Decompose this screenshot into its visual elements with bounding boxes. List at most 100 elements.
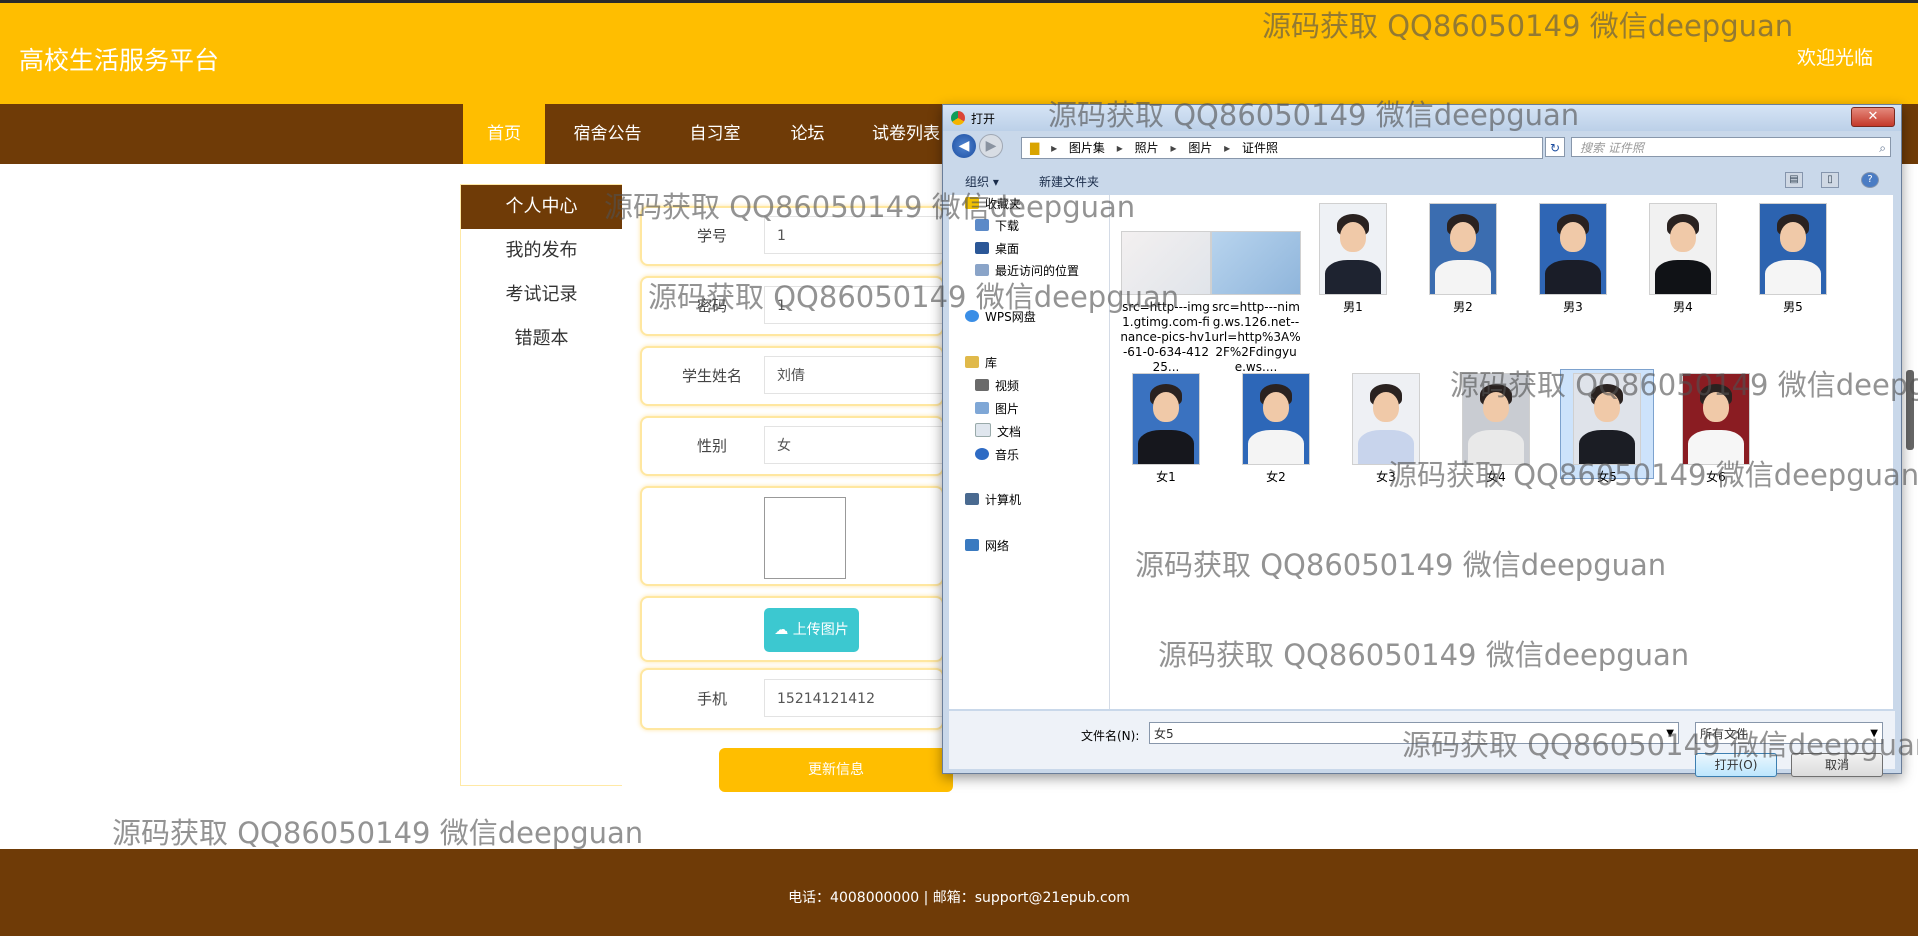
nav-music[interactable]: 音乐 xyxy=(975,446,1019,464)
upload-row: ☁ 上传图片 xyxy=(640,596,944,662)
view-options-icon[interactable]: ▤ xyxy=(1785,172,1803,188)
nav-item-forum[interactable]: 论坛 xyxy=(770,104,845,164)
cloud-upload-icon: ☁ xyxy=(774,622,789,638)
dialog-titlebar[interactable]: 打开 ✕ xyxy=(943,105,1901,131)
cancel-button[interactable]: 取消 xyxy=(1791,753,1883,777)
file-item[interactable]: 女6 xyxy=(1670,373,1762,485)
address-row: ◀ ▶ ▇ ▸ 图片集 ▸ 照片 ▸ 图片 ▸ 证件照 ↻ 搜索 证件照 ⌕ xyxy=(943,131,1901,163)
sidebar-item-profile[interactable]: 个人中心 xyxy=(461,185,622,229)
photo-body xyxy=(1248,430,1304,464)
file-item[interactable]: 男4 xyxy=(1637,203,1729,315)
nav-documents-label: 文档 xyxy=(997,425,1022,439)
nav-downloads[interactable]: 下载 xyxy=(975,217,1019,235)
nav-wps-drive[interactable]: WPS网盘 xyxy=(965,308,1036,326)
file-type-select[interactable]: 所有文件 ▼ xyxy=(1695,722,1883,744)
photo-thumbnail xyxy=(1132,373,1200,465)
file-item[interactable]: 女3 xyxy=(1340,373,1432,485)
file-item[interactable]: 男3 xyxy=(1527,203,1619,315)
file-item-selected[interactable]: 女5 xyxy=(1560,369,1654,484)
file-item[interactable]: 女4 xyxy=(1450,373,1542,485)
photo-body xyxy=(1765,260,1821,294)
file-item[interactable]: 男2 xyxy=(1417,203,1509,315)
nav-recent-label: 最近访问的位置 xyxy=(995,264,1080,278)
page-scrollbar-thumb[interactable] xyxy=(1906,370,1914,450)
file-item[interactable]: 男1 xyxy=(1307,203,1399,315)
id-card-thumbnail xyxy=(1121,231,1211,295)
network-icon xyxy=(965,539,979,551)
nav-pictures[interactable]: 图片 xyxy=(975,400,1019,418)
breadcrumb-separator: ▸ xyxy=(1170,141,1177,155)
desktop-icon xyxy=(975,242,989,254)
update-info-button[interactable]: 更新信息 xyxy=(719,748,953,792)
gender-select[interactable]: 女 xyxy=(764,426,964,464)
file-item[interactable]: src=http---nimg.ws.126.net--url=http%3A%… xyxy=(1210,203,1302,375)
photo-face xyxy=(1373,392,1399,422)
preview-pane-icon[interactable]: ▯ xyxy=(1821,172,1839,188)
photo-body xyxy=(1655,260,1711,294)
breadcrumb-item[interactable]: 证件照 xyxy=(1242,138,1278,158)
nav-item-study-room[interactable]: 自习室 xyxy=(670,104,760,164)
student-id-input[interactable]: 1 xyxy=(764,216,964,254)
file-item[interactable]: src=http---img1.gtimg.com-finance-pics-h… xyxy=(1120,203,1212,375)
footer-contact: 电话：4008000000 | 邮箱：support@21epub.com xyxy=(788,890,1130,906)
nav-library[interactable]: 库 xyxy=(965,354,997,372)
chevron-down-icon[interactable]: ▼ xyxy=(1666,723,1674,745)
sidebar-item-wrong-questions[interactable]: 错题本 xyxy=(461,317,622,361)
photo-thumbnail xyxy=(1319,203,1387,295)
forward-arrow-icon[interactable]: ▶ xyxy=(979,134,1003,158)
sidebar-item-my-posts[interactable]: 我的发布 xyxy=(461,229,622,273)
nav-videos-label: 视频 xyxy=(995,379,1020,393)
dialog-close-button[interactable]: ✕ xyxy=(1851,107,1895,127)
file-list: src=http---img1.gtimg.com-finance-pics-h… xyxy=(1110,195,1893,709)
nav-downloads-label: 下载 xyxy=(995,219,1020,233)
search-icon[interactable]: ⌕ xyxy=(1879,138,1886,158)
photo-body xyxy=(1688,430,1744,464)
photo-face xyxy=(1450,222,1476,252)
refresh-icon[interactable]: ↻ xyxy=(1545,137,1565,157)
nav-computer[interactable]: 计算机 xyxy=(965,491,1021,509)
dialog-footer: 文件名(N): 女5 ▼ 所有文件 ▼ 打开(O) 取消 xyxy=(949,711,1895,777)
photo-face xyxy=(1594,392,1620,422)
back-arrow-icon[interactable]: ◀ xyxy=(952,134,976,158)
upload-image-button[interactable]: ☁ 上传图片 xyxy=(764,608,859,652)
nav-documents[interactable]: 文档 xyxy=(975,423,1021,441)
file-item[interactable]: 男5 xyxy=(1747,203,1839,315)
password-input[interactable]: 1 xyxy=(764,286,964,324)
name-row: 学生姓名 刘倩 xyxy=(640,346,964,406)
nav-recent[interactable]: 最近访问的位置 xyxy=(975,262,1079,280)
cloud-icon xyxy=(965,310,979,322)
nav-item-exam-list[interactable]: 试卷列表 xyxy=(860,104,952,164)
site-header: 高校生活服务平台 欢迎光临 xyxy=(0,3,1918,104)
phone-input[interactable]: 15214121412 xyxy=(764,679,964,717)
photo-body xyxy=(1325,260,1381,294)
organize-menu[interactable]: 组织 ▾ xyxy=(965,173,999,190)
file-item[interactable]: 女2 xyxy=(1230,373,1322,485)
help-icon[interactable]: ? xyxy=(1861,172,1879,188)
nav-item-dorm-notice[interactable]: 宿舍公告 xyxy=(560,104,655,164)
file-item[interactable]: 女1 xyxy=(1120,373,1212,485)
nav-favorites[interactable]: 收藏夹 xyxy=(965,195,1021,213)
user-sidebar: 个人中心 我的发布 考试记录 错题本 xyxy=(460,184,622,786)
folder-search-input[interactable]: 搜索 证件照 ⌕ xyxy=(1571,137,1891,157)
nav-item-home[interactable]: 首页 xyxy=(463,104,545,164)
breadcrumb-item[interactable]: 照片 xyxy=(1135,138,1159,158)
star-icon xyxy=(965,197,979,209)
photo-body xyxy=(1545,260,1601,294)
breadcrumb-item[interactable]: 图片 xyxy=(1188,138,1212,158)
photo-face xyxy=(1670,222,1696,252)
nav-videos[interactable]: 视频 xyxy=(975,377,1019,395)
new-folder-button[interactable]: 新建文件夹 xyxy=(1039,173,1099,190)
filename-input[interactable]: 女5 ▼ xyxy=(1149,722,1679,744)
file-type-value: 所有文件 xyxy=(1700,727,1749,741)
nav-desktop[interactable]: 桌面 xyxy=(975,240,1019,258)
file-name: 男1 xyxy=(1343,300,1363,314)
photo-face xyxy=(1340,222,1366,252)
sidebar-item-exam-records[interactable]: 考试记录 xyxy=(461,273,622,317)
gender-label: 性别 xyxy=(696,437,727,455)
file-name: 男2 xyxy=(1453,300,1473,314)
address-bar[interactable]: ▇ ▸ 图片集 ▸ 照片 ▸ 图片 ▸ 证件照 xyxy=(1021,137,1543,159)
nav-network[interactable]: 网络 xyxy=(965,537,1009,555)
breadcrumb-item[interactable]: 图片集 xyxy=(1069,138,1105,158)
open-button[interactable]: 打开(O) xyxy=(1695,753,1777,777)
name-input[interactable]: 刘倩 xyxy=(764,356,964,394)
